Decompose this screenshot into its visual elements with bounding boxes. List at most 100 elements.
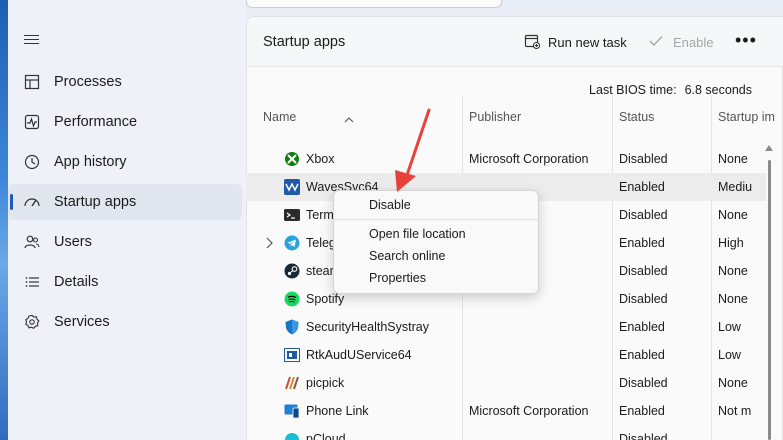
more-options-icon[interactable]: ••• (735, 31, 757, 49)
app-status: Enabled (619, 320, 665, 334)
sidebar-item-label: Services (54, 314, 110, 330)
menu-item-properties[interactable]: Properties (334, 267, 538, 289)
app-name: Xbox (306, 152, 335, 166)
table-row[interactable]: Phone Link Microsoft Corporation Enabled… (246, 397, 766, 425)
services-icon (23, 313, 41, 331)
security-shield-icon (285, 319, 299, 335)
app-history-icon (23, 153, 41, 171)
column-header-name[interactable]: Name (263, 110, 296, 124)
phone-link-icon (284, 404, 300, 419)
details-icon (23, 273, 41, 291)
menu-item-search-online[interactable]: Search online (334, 245, 538, 267)
steam-icon (284, 263, 300, 279)
app-status: Disabled (619, 152, 668, 166)
app-status: Disabled (619, 264, 668, 278)
table-row[interactable]: RtkAudUService64 Enabled Low (246, 341, 766, 369)
enable-button[interactable]: Enable (649, 31, 713, 53)
sidebar-item-label: App history (54, 154, 127, 170)
menu-item-open-file-location[interactable]: Open file location (334, 223, 538, 245)
app-name: RtkAudUService64 (306, 348, 412, 362)
sidebar-item-label: Startup apps (54, 194, 137, 210)
app-status: Enabled (619, 348, 665, 362)
desktop-wallpaper-edge (0, 0, 8, 440)
app-startup-impact (718, 425, 766, 440)
processes-icon (23, 73, 41, 91)
run-new-task-button[interactable]: Run new task (524, 31, 627, 53)
scroll-up-icon[interactable] (765, 145, 773, 151)
column-header-publisher[interactable]: Publisher (469, 110, 521, 124)
picpick-icon (285, 376, 299, 390)
app-startup-impact: Mediu (718, 180, 753, 194)
app-publisher: Microsoft Corporation (469, 152, 589, 166)
app-status: Enabled (619, 404, 665, 418)
chevron-right-icon[interactable] (265, 237, 273, 249)
app-publisher (469, 341, 611, 369)
table-row[interactable]: picpick Disabled None (246, 369, 766, 397)
app-status: Disabled (619, 376, 668, 390)
app-status: Disabled (619, 432, 668, 440)
checkmark-icon (649, 35, 663, 50)
app-name: SecurityHealthSystray (306, 320, 429, 334)
app-startup-impact: None (718, 292, 748, 306)
table-row[interactable]: Xbox Microsoft Corporation Disabled None (246, 145, 766, 173)
sidebar-item-users[interactable]: Users (8, 224, 242, 260)
menu-item-label: Open file location (369, 227, 466, 241)
spotify-icon (284, 291, 300, 307)
sidebar-item-startup-apps[interactable]: Startup apps (8, 184, 242, 220)
sidebar-item-app-history[interactable]: App history (8, 144, 242, 180)
app-status: Enabled (619, 180, 665, 194)
sidebar-item-performance[interactable]: Performance (8, 104, 242, 140)
sidebar-nav: Processes Performance App history Startu… (8, 0, 246, 440)
app-publisher (469, 369, 611, 397)
app-status: Disabled (619, 292, 668, 306)
pcloud-icon (285, 433, 299, 440)
app-name: pCloud (306, 432, 346, 440)
enable-label: Enable (673, 34, 714, 50)
menu-item-label: Disable (369, 198, 411, 212)
app-startup-impact: Low (718, 320, 741, 334)
startup-apps-icon (23, 193, 41, 211)
menu-item-label: Properties (369, 271, 426, 285)
terminal-icon (284, 209, 300, 221)
sidebar-item-processes[interactable]: Processes (8, 64, 242, 100)
table-row[interactable]: pCloud Disabled (246, 425, 766, 440)
app-name: picpick (306, 376, 345, 390)
app-publisher (469, 313, 611, 341)
table-row[interactable]: SecurityHealthSystray Enabled Low (246, 313, 766, 341)
vertical-scrollbar[interactable] (768, 160, 771, 440)
app-startup-impact: None (718, 208, 748, 222)
sort-ascending-icon (344, 117, 354, 123)
performance-icon (23, 113, 41, 131)
telegram-icon (284, 235, 300, 251)
app-startup-impact: High (718, 236, 744, 250)
realtek-icon (284, 348, 300, 362)
sidebar-item-label: Users (54, 234, 92, 250)
menu-item-disable[interactable]: Disable (334, 194, 538, 216)
bios-time-label: Last BIOS time: (589, 83, 677, 97)
page-title: Startup apps (263, 34, 346, 50)
search-box[interactable] (246, 0, 502, 8)
users-icon (23, 233, 41, 251)
waves-icon (284, 179, 300, 195)
column-header-status[interactable]: Status (619, 110, 654, 124)
app-name: Phone Link (306, 404, 369, 418)
app-startup-impact: None (718, 376, 748, 390)
app-status: Disabled (619, 208, 668, 222)
context-menu: Disable Open file location Search online… (333, 190, 539, 294)
bios-time-value: 6.8 seconds (684, 83, 752, 97)
sidebar-item-label: Performance (54, 114, 138, 130)
annotation-arrow-icon (395, 108, 431, 192)
bios-time: Last BIOS time: 6.8 seconds (589, 83, 752, 97)
sidebar-item-details[interactable]: Details (8, 264, 242, 300)
hamburger-menu-icon[interactable] (24, 32, 44, 48)
sidebar-item-services[interactable]: Services (8, 304, 242, 340)
app-status: Enabled (619, 236, 665, 250)
column-header-startup-impact[interactable]: Startup im (718, 110, 775, 124)
app-startup-impact: None (718, 264, 748, 278)
app-publisher: Microsoft Corporation (469, 404, 589, 418)
xbox-icon (285, 152, 299, 166)
run-task-icon (524, 33, 541, 52)
app-startup-impact: None (718, 152, 748, 166)
sidebar-item-label: Processes (54, 74, 122, 90)
panel-header: Startup apps Run new task Enable ••• (247, 17, 783, 67)
